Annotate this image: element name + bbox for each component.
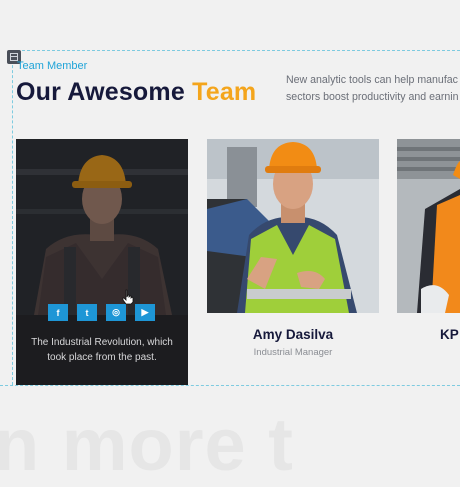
team-member-name: KP bbox=[440, 327, 459, 342]
intro-line: sectors boost productivity and earnin bbox=[286, 91, 459, 103]
photo-hover-overlay bbox=[16, 139, 188, 315]
description-line: The Industrial Revolution, which bbox=[31, 337, 173, 348]
worker-photo-illustration bbox=[207, 139, 379, 313]
description-line: took place from the past. bbox=[47, 352, 157, 363]
title-highlight: Team bbox=[192, 78, 257, 106]
section-title: Our Awesome Team bbox=[16, 78, 256, 107]
selection-guide-bottom bbox=[0, 385, 460, 386]
selection-guide-left bbox=[12, 50, 13, 385]
team-member-photo bbox=[207, 139, 379, 313]
facebook-icon[interactable]: f bbox=[48, 304, 68, 321]
intro-line: New analytic tools can help manufac bbox=[286, 74, 458, 86]
team-card-hovered[interactable]: f t ◎ ▶ The Industrial Revolution, which… bbox=[16, 139, 188, 385]
team-member-name: Amy Dasilva bbox=[252, 327, 334, 342]
team-member-role: Industrial Manager bbox=[253, 347, 333, 358]
section-intro: New analytic tools can help manufac sect… bbox=[286, 72, 460, 106]
twitter-icon[interactable]: t bbox=[77, 304, 97, 321]
instagram-icon[interactable]: ◎ bbox=[106, 304, 126, 321]
background-display-text: n more t bbox=[0, 403, 294, 486]
worker-photo-illustration bbox=[397, 139, 460, 313]
team-card-description: The Industrial Revolution, which took pl… bbox=[24, 335, 180, 365]
title-main: Our Awesome bbox=[16, 78, 185, 106]
selection-guide-top bbox=[12, 50, 460, 51]
section-eyebrow: Team Member bbox=[17, 60, 88, 72]
social-links: f t ◎ ▶ bbox=[48, 304, 155, 321]
team-member-photo bbox=[397, 139, 460, 313]
youtube-icon[interactable]: ▶ bbox=[135, 304, 155, 321]
hand-cursor-icon bbox=[122, 289, 134, 305]
